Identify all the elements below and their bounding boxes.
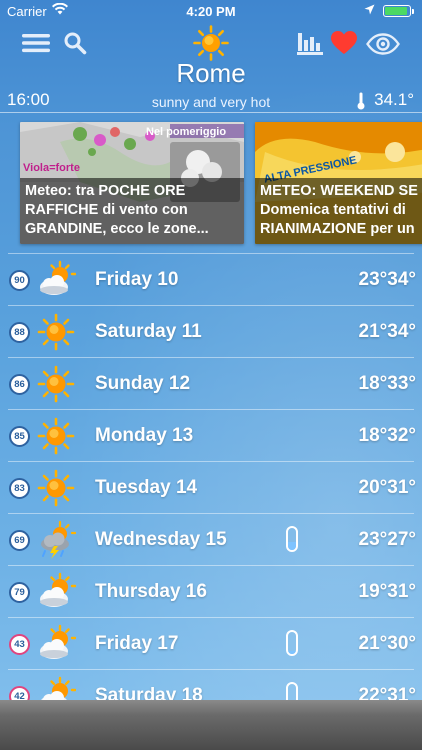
reliability-badge: 69 (9, 530, 30, 551)
row-divider (8, 513, 414, 514)
row-divider (8, 669, 414, 670)
reliability-badge: 43 (9, 634, 30, 655)
forecast-day: Thursday 16 (95, 581, 207, 602)
eye-icon[interactable] (366, 33, 400, 60)
temp-min: 23° (358, 529, 388, 550)
forecast-day: Wednesday 15 (95, 529, 227, 550)
temp-max: 27° (387, 529, 416, 550)
row-divider (8, 461, 414, 462)
forecast-temps: 19°31° (359, 581, 416, 603)
forecast-row[interactable]: 69 Wednesday 15 23°27° (0, 513, 422, 565)
forecast-row[interactable]: 85 Monday 13 18°32° (0, 409, 422, 461)
battery-icon (383, 5, 414, 17)
sun-icon (36, 416, 76, 456)
sun-icon (36, 312, 76, 352)
row-divider (8, 305, 414, 306)
news-card[interactable]: Nel pomeriggio Viola=forte Meteo: tra PO… (20, 122, 244, 244)
temp-min: 23° (358, 269, 388, 290)
forecast-temps: 23°27° (359, 529, 416, 551)
forecast-temps: 23°34° (359, 269, 416, 291)
header-divider (0, 112, 422, 113)
temp-min: 21° (358, 633, 388, 654)
forecast-temps: 21°34° (359, 321, 416, 343)
forecast-row[interactable]: 86 Sunday 12 18°33° (0, 357, 422, 409)
news-title: Meteo: tra POCHE ORE RAFFICHE di vento c… (20, 178, 244, 244)
forecast-temps: 20°31° (359, 477, 416, 499)
menu-icon[interactable] (22, 33, 50, 58)
reliability-badge: 79 (9, 582, 30, 603)
forecast-day: Friday 17 (95, 633, 179, 654)
news-card[interactable]: ALTA PRESSIONE METEO: WEEKEND SE e Domen… (255, 122, 422, 244)
forecast-row[interactable]: 43 Friday 17 21°30° (0, 617, 422, 669)
temp-max: 32° (387, 425, 416, 446)
temp-min: 21° (358, 321, 388, 342)
reliability-badge: 86 (9, 374, 30, 395)
sun-icon (36, 468, 76, 508)
news-tag: Viola=forte (23, 162, 80, 174)
temp-max: 34° (387, 321, 416, 342)
sun-icon (36, 364, 76, 404)
rain-gauge (286, 526, 298, 552)
forecast-row[interactable]: 90 Friday 10 23°34° (0, 253, 422, 305)
temp-max: 34° (387, 269, 416, 290)
forecast-day: Monday 13 (95, 425, 194, 446)
forecast-row[interactable]: 88 Saturday 11 21°34° (0, 305, 422, 357)
forecast-row[interactable]: 79 Thursday 16 19°31° (0, 565, 422, 617)
location-arrow-icon (364, 3, 375, 18)
temp-min: 20° (358, 477, 388, 498)
temp-min: 18° (358, 425, 388, 446)
forecast-day: Sunday 12 (95, 373, 191, 394)
temp-min: 19° (358, 581, 388, 602)
row-divider (8, 409, 414, 410)
sun-cloud-icon (36, 624, 77, 664)
temp-max: 30° (387, 633, 416, 654)
forecast-temps: 18°32° (359, 425, 416, 447)
temp-min: 18° (358, 373, 388, 394)
forecast-day: Saturday 11 (95, 321, 202, 342)
sun-cloud-icon (36, 572, 77, 612)
rain-gauge (286, 630, 298, 656)
forecast-temps: 21°30° (359, 633, 416, 655)
row-divider (8, 357, 414, 358)
current-temperature: 34.1° (374, 90, 414, 109)
news-tag: Nel pomeriggio (146, 126, 227, 138)
status-bar: Carrier 4:20 PM (0, 0, 422, 22)
temp-max: 31° (387, 581, 416, 602)
sun-cloud-icon (36, 260, 77, 300)
chart-icon[interactable] (297, 30, 323, 61)
reliability-badge: 90 (9, 270, 30, 291)
row-divider (8, 253, 414, 254)
search-icon[interactable] (63, 31, 87, 60)
storm-icon (36, 520, 77, 560)
reliability-badge: 88 (9, 322, 30, 343)
news-title: METEO: WEEKEND SE e Domenica tentativi d… (255, 178, 422, 244)
forecast-day: Friday 10 (95, 269, 179, 290)
forecast-day: Tuesday 14 (95, 477, 198, 498)
forecast-row[interactable]: 83 Tuesday 14 20°31° (0, 461, 422, 513)
bottom-bar (0, 700, 422, 750)
temp-max: 33° (387, 373, 416, 394)
reliability-badge: 85 (9, 426, 30, 447)
city-name[interactable]: Rome (0, 58, 422, 89)
temp-max: 31° (387, 477, 416, 498)
heart-icon[interactable] (331, 31, 357, 60)
reliability-badge: 83 (9, 478, 30, 499)
row-divider (8, 617, 414, 618)
row-divider (8, 565, 414, 566)
forecast-temps: 18°33° (359, 373, 416, 395)
status-time: 4:20 PM (186, 4, 236, 19)
